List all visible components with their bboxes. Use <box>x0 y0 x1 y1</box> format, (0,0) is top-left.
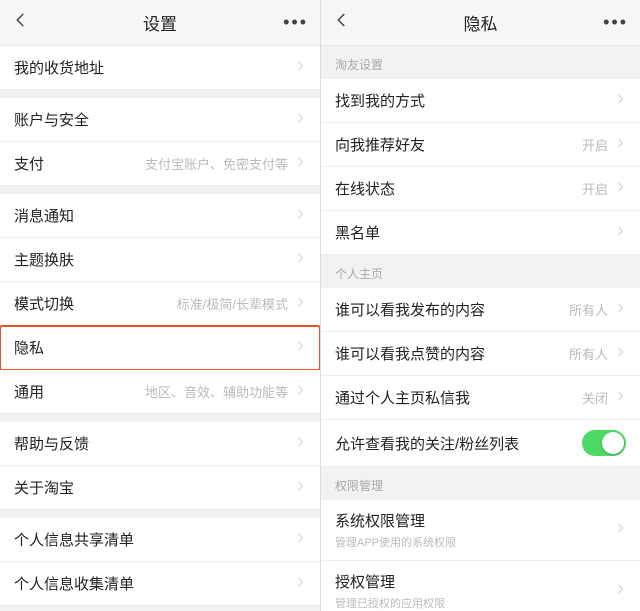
row-label: 找到我的方式 <box>335 90 614 111</box>
row-value: 所有人 <box>569 344 608 363</box>
more-icon[interactable]: ••• <box>603 12 628 33</box>
privacy-title: 隐私 <box>373 10 588 35</box>
settings-header: 设置 ••• <box>0 0 320 46</box>
row-label: 支付 <box>14 153 145 174</box>
list-item[interactable]: 在线状态开启 <box>321 167 640 211</box>
privacy-scroll[interactable]: 淘友设置找到我的方式向我推荐好友开启在线状态开启黑名单个人主页谁可以看我发布的内… <box>321 46 640 611</box>
row-label: 个人信息收集清单 <box>14 573 294 594</box>
chevron-right-icon <box>614 521 626 539</box>
chevron-right-icon <box>294 207 306 225</box>
row-subtitle: 管理已授权的应用权限 <box>335 595 614 611</box>
row-value: 地区、音效、辅助功能等 <box>145 382 288 401</box>
chevron-right-icon <box>614 180 626 198</box>
chevron-right-icon <box>614 345 626 363</box>
row-value: 支付宝账户、免密支付等 <box>145 154 288 173</box>
row-label: 账户与安全 <box>14 109 294 130</box>
row-subtitle: 管理APP使用的系统权限 <box>335 534 614 550</box>
list-item[interactable]: 向我推荐好友开启 <box>321 123 640 167</box>
row-label: 模式切换 <box>14 293 177 314</box>
row-label: 在线状态 <box>335 178 582 199</box>
chevron-right-icon <box>294 251 306 269</box>
chevron-right-icon <box>614 389 626 407</box>
section-header: 淘友设置 <box>321 46 640 79</box>
row-label: 通用 <box>14 381 145 402</box>
privacy-panel: 隐私 ••• 淘友设置找到我的方式向我推荐好友开启在线状态开启黑名单个人主页谁可… <box>320 0 640 611</box>
chevron-right-icon <box>294 295 306 313</box>
list-item[interactable]: 个人信息收集清单 <box>0 562 320 606</box>
row-value: 所有人 <box>569 300 608 319</box>
row-label: 谁可以看我发布的内容 <box>335 299 569 320</box>
privacy-header: 隐私 ••• <box>321 0 640 46</box>
list-item[interactable]: 支付支付宝账户、免密支付等 <box>0 142 320 186</box>
row-label: 个人信息共享清单 <box>14 529 294 550</box>
row-label: 关于淘宝 <box>14 477 294 498</box>
chevron-right-icon <box>294 479 306 497</box>
row-label: 通过个人主页私信我 <box>335 387 582 408</box>
chevron-right-icon <box>614 92 626 110</box>
row-value: 关闭 <box>582 388 608 407</box>
chevron-right-icon <box>294 155 306 173</box>
chevron-right-icon <box>614 582 626 600</box>
list-item[interactable]: 消息通知 <box>0 194 320 238</box>
chevron-right-icon <box>614 224 626 242</box>
list-item[interactable]: 我的收货地址 <box>0 46 320 90</box>
row-label: 黑名单 <box>335 222 614 243</box>
more-icon[interactable]: ••• <box>283 12 308 33</box>
list-item[interactable]: 主题换肤 <box>0 238 320 282</box>
row-label: 授权管理 <box>335 571 614 592</box>
toggle-switch[interactable] <box>582 430 626 456</box>
row-value: 开启 <box>582 179 608 198</box>
list-item[interactable]: 找到我的方式 <box>321 79 640 123</box>
row-label: 帮助与反馈 <box>14 433 294 454</box>
chevron-right-icon <box>294 435 306 453</box>
list-item[interactable]: 通过个人主页私信我关闭 <box>321 376 640 420</box>
back-icon[interactable] <box>12 11 30 34</box>
chevron-right-icon <box>294 339 306 357</box>
section-header: 个人主页 <box>321 255 640 288</box>
row-label: 隐私 <box>14 337 294 358</box>
section-header: 权限管理 <box>321 467 640 500</box>
chevron-right-icon <box>614 136 626 154</box>
row-label: 谁可以看我点赞的内容 <box>335 343 569 364</box>
list-item[interactable]: 授权管理管理已授权的应用权限 <box>321 561 640 611</box>
list-item[interactable]: 隐私 <box>0 326 320 370</box>
list-item[interactable]: 系统权限管理管理APP使用的系统权限 <box>321 500 640 561</box>
chevron-right-icon <box>294 59 306 77</box>
chevron-right-icon <box>294 383 306 401</box>
row-value: 开启 <box>582 135 608 154</box>
list-item[interactable]: 黑名单 <box>321 211 640 255</box>
row-label: 我的收货地址 <box>14 57 294 78</box>
chevron-right-icon <box>614 301 626 319</box>
list-item[interactable]: 关于淘宝 <box>0 466 320 510</box>
back-icon[interactable] <box>333 11 351 34</box>
list-item[interactable]: 谁可以看我点赞的内容所有人 <box>321 332 640 376</box>
list-item[interactable]: 模式切换标准/极简/长辈模式 <box>0 282 320 326</box>
chevron-right-icon <box>294 575 306 593</box>
chevron-right-icon <box>294 531 306 549</box>
list-item[interactable]: 谁可以看我发布的内容所有人 <box>321 288 640 332</box>
settings-title: 设置 <box>52 10 268 35</box>
list-item[interactable]: 帮助与反馈 <box>0 422 320 466</box>
row-value: 标准/极简/长辈模式 <box>177 294 288 313</box>
row-label: 允许查看我的关注/粉丝列表 <box>335 433 582 454</box>
list-item[interactable]: 个人信息共享清单 <box>0 518 320 562</box>
settings-panel: 设置 ••• 我的收货地址账户与安全支付支付宝账户、免密支付等消息通知主题换肤模… <box>0 0 320 611</box>
list-item[interactable]: 允许查看我的关注/粉丝列表 <box>321 420 640 467</box>
list-item[interactable]: 账户与安全 <box>0 98 320 142</box>
row-label: 消息通知 <box>14 205 294 226</box>
row-label: 主题换肤 <box>14 249 294 270</box>
chevron-right-icon <box>294 111 306 129</box>
settings-scroll[interactable]: 我的收货地址账户与安全支付支付宝账户、免密支付等消息通知主题换肤模式切换标准/极… <box>0 46 320 611</box>
row-label: 向我推荐好友 <box>335 134 582 155</box>
row-label: 系统权限管理 <box>335 510 614 531</box>
list-item[interactable]: 通用地区、音效、辅助功能等 <box>0 370 320 414</box>
